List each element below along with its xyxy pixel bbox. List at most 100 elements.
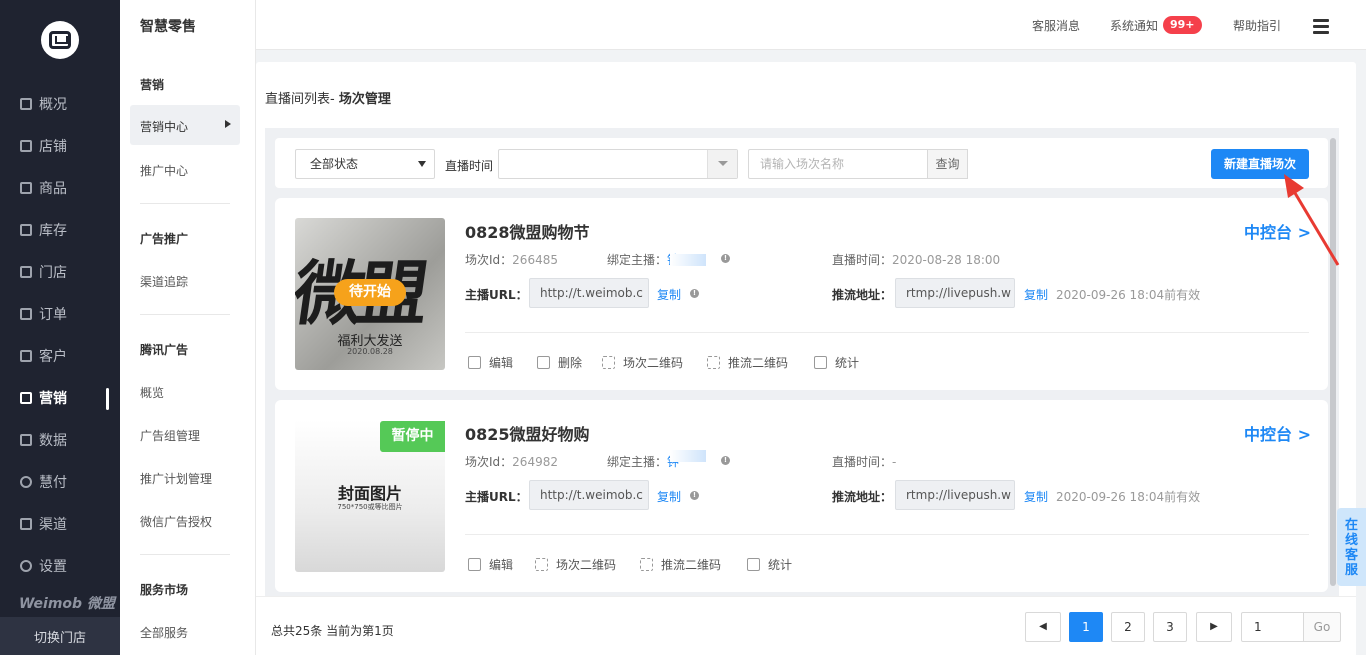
subnav-item-all-services[interactable]: 全部服务	[140, 624, 188, 641]
info-icon[interactable]: !	[721, 254, 730, 263]
session-list-area: 全部状态 直播时间 请输入场次名称 查询 新建直播场次 微盟 福利大发送 202…	[265, 128, 1339, 655]
sidebar-item-orders[interactable]: 订单	[20, 304, 67, 324]
sidebar-item-channel[interactable]: 渠道	[20, 514, 67, 534]
top-bar: 客服消息 系统通知 99+ 帮助指引	[256, 0, 1366, 50]
subnav-item-adgroup-manage[interactable]: 广告组管理	[140, 427, 200, 444]
page-2-button[interactable]: 2	[1111, 612, 1145, 642]
copy-host-url-button[interactable]: 复制	[657, 286, 681, 303]
delete-button[interactable]: 删除	[537, 354, 582, 371]
statistics-button[interactable]: 统计	[814, 354, 859, 371]
sidebar-item-shops[interactable]: 门店	[20, 262, 67, 282]
sidebar-item-customers[interactable]: 客户	[20, 346, 67, 366]
filter-bar: 全部状态 直播时间 请输入场次名称 查询 新建直播场次	[275, 138, 1328, 188]
sidebar-item-overview[interactable]: 概况	[20, 94, 67, 114]
system-notice-link[interactable]: 系统通知	[1110, 17, 1158, 34]
push-addr-label: 推流地址：	[832, 288, 893, 302]
anchor-name-blur	[670, 450, 706, 462]
live-time-label: 直播时间	[445, 159, 494, 173]
help-link[interactable]: 帮助指引	[1233, 17, 1281, 34]
subnav-item-plan-manage[interactable]: 推广计划管理	[140, 470, 212, 487]
sidebar-item-inventory[interactable]: 库存	[20, 220, 67, 240]
push-qrcode-button[interactable]: 推流二维码	[640, 556, 721, 573]
page-1-button[interactable]: 1	[1069, 612, 1103, 642]
edit-button[interactable]: 编辑	[468, 354, 513, 371]
sidebar-item-data[interactable]: 数据	[20, 430, 67, 450]
qrcode-icon	[535, 558, 548, 571]
copy-host-url-button[interactable]: 复制	[657, 488, 681, 505]
switch-store-button[interactable]: 切换门店	[0, 617, 120, 655]
info-icon[interactable]: !	[721, 456, 730, 465]
expiry-text: 2020-09-26 18:04前有效	[1056, 490, 1201, 504]
page-3-button[interactable]: 3	[1153, 612, 1187, 642]
subnav-item-wechat-auth[interactable]: 微信广告授权	[140, 513, 212, 530]
subnav-divider	[140, 203, 230, 204]
next-page-button[interactable]: ▶	[1196, 612, 1232, 642]
session-name-search-input[interactable]: 请输入场次名称	[748, 149, 928, 179]
card-divider	[465, 332, 1309, 333]
anchor-field: 绑定主播：钟	[607, 253, 679, 267]
subnav-heading-tencent-ads: 腾讯广告	[140, 343, 189, 357]
push-url-input[interactable]: rtmp://livepush.w	[895, 278, 1015, 308]
breadcrumb: 直播间列表- 场次管理	[265, 88, 391, 107]
sidebar-item-goods[interactable]: 商品	[20, 178, 67, 198]
breadcrumb-current: 场次管理	[338, 92, 391, 107]
session-card: 微盟 福利大发送 2020.08.28 待开始 0828微盟购物节 中控台 > …	[275, 198, 1328, 390]
sidebar-item-settings[interactable]: 设置	[20, 556, 67, 576]
breadcrumb-parent[interactable]: 直播间列表-	[265, 92, 339, 107]
subnav-divider	[140, 314, 230, 315]
goods-icon	[20, 182, 32, 194]
host-url-input[interactable]: http://t.weimob.c	[529, 278, 649, 308]
online-service-widget[interactable]: 在线客服	[1337, 508, 1366, 586]
live-time-picker[interactable]	[498, 149, 738, 179]
marketing-icon	[20, 392, 32, 404]
line-chart-icon	[814, 356, 827, 369]
session-qrcode-button[interactable]: 场次二维码	[535, 556, 616, 573]
push-url-input[interactable]: rtmp://livepush.w	[895, 480, 1015, 510]
host-url-input[interactable]: http://t.weimob.c	[529, 480, 649, 510]
subnav-heading-marketing: 营销	[140, 78, 165, 92]
inventory-icon	[20, 224, 32, 236]
subnav-item-marketing-center[interactable]: 营销中心	[130, 105, 240, 145]
session-qrcode-button[interactable]: 场次二维码	[602, 354, 683, 371]
dropdown-arrow-icon[interactable]	[707, 150, 737, 178]
session-cover-image: 微盟 福利大发送 2020.08.28 待开始	[295, 218, 445, 370]
status-badge: 暂停中	[380, 421, 445, 452]
statistics-button[interactable]: 统计	[747, 556, 792, 573]
copy-push-url-button[interactable]: 复制	[1024, 488, 1048, 505]
data-icon	[20, 434, 32, 446]
shop-icon	[20, 266, 32, 278]
sidebar-item-store[interactable]: 店铺	[20, 136, 67, 156]
info-icon[interactable]: !	[690, 289, 699, 298]
anchor-field: 绑定主播：钟	[607, 455, 680, 469]
session-id-field: 场次Id：266485	[465, 253, 558, 267]
subnav-item-channel-tracking[interactable]: 渠道追踪	[140, 273, 188, 290]
subnav-heading-ads: 广告推广	[140, 232, 189, 246]
sidebar-item-marketing[interactable]: 营销	[20, 388, 67, 408]
go-button[interactable]: Go	[1303, 612, 1341, 642]
status-badge: 待开始	[334, 279, 406, 306]
edit-button[interactable]: 编辑	[468, 556, 513, 573]
copy-push-url-button[interactable]: 复制	[1024, 286, 1048, 303]
push-qrcode-button[interactable]: 推流二维码	[707, 354, 788, 371]
active-indicator	[106, 388, 109, 410]
subnav-item-promotion-center[interactable]: 推广中心	[140, 162, 188, 179]
app-logo-icon[interactable]	[41, 21, 79, 59]
prev-page-button[interactable]: ◀	[1025, 612, 1061, 642]
customer-message-link[interactable]: 客服消息	[1032, 17, 1080, 34]
console-link[interactable]: 中控台 >	[1244, 421, 1311, 445]
push-addr-label: 推流地址：	[832, 490, 893, 504]
notification-badge: 99+	[1163, 16, 1202, 34]
subnav-divider	[140, 554, 230, 555]
sidebar-item-pay[interactable]: 慧付	[20, 472, 67, 492]
goto-page-input[interactable]: 1	[1241, 612, 1304, 642]
search-button[interactable]: 查询	[927, 149, 968, 179]
subnav-item-ads-overview[interactable]: 概览	[140, 384, 164, 401]
status-select[interactable]: 全部状态	[295, 149, 435, 179]
menu-icon[interactable]	[1313, 19, 1329, 34]
subnav-heading-service-market: 服务市场	[140, 583, 189, 597]
settings-icon	[20, 560, 32, 572]
info-icon[interactable]: !	[690, 491, 699, 500]
pagination-bar: 总共25条 当前为第1页 ◀ 1 2 3 ▶ 1 Go	[256, 596, 1356, 655]
line-chart-icon	[747, 558, 760, 571]
edit-icon	[468, 356, 481, 369]
